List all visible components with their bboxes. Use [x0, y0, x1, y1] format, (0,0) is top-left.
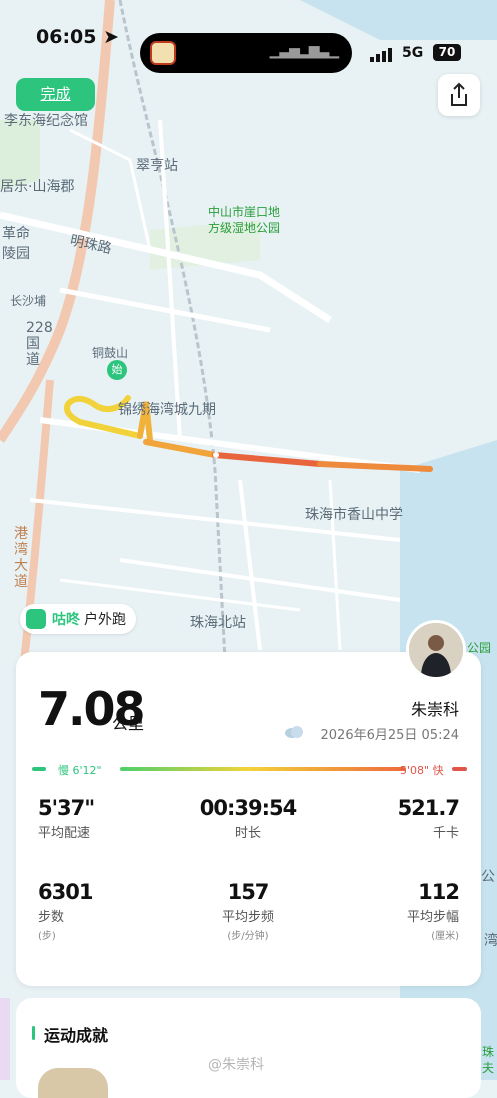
- distance-unit: 公里: [112, 714, 145, 733]
- map-label: 翠亨站: [136, 158, 178, 174]
- activity-date: 2026年6月25日 05:24: [320, 728, 460, 743]
- activity-type: 户外跑: [84, 612, 126, 628]
- map-label: 公: [481, 869, 495, 885]
- pace-fast-label: 5'08" 快: [400, 764, 444, 777]
- map-label: 珠 夫: [481, 1045, 494, 1075]
- done-button[interactable]: 完成: [16, 78, 95, 111]
- achievement-thumbnail[interactable]: [38, 1068, 108, 1098]
- audio-wave-icon: ▁▃▅▂▆▃▁: [269, 43, 339, 59]
- stat-avg-pace: 5'37" 平均配速: [38, 796, 95, 841]
- app-name: 咕咚: [52, 612, 80, 628]
- achievements-card: 运动成就: [16, 998, 481, 1098]
- map-label: 革命 陵园: [2, 226, 30, 262]
- map-label: 珠海市香山中学: [305, 507, 403, 523]
- location-arrow-icon: ➤: [103, 26, 120, 48]
- app-icon: [150, 41, 176, 65]
- start-marker: 始: [107, 360, 127, 380]
- map-label: 长沙埔: [10, 294, 47, 308]
- dynamic-island[interactable]: ▁▃▅▂▆▃▁: [140, 33, 352, 73]
- share-icon: [451, 82, 467, 106]
- achievements-title: 运动成就: [44, 1026, 109, 1045]
- avatar[interactable]: [406, 620, 466, 680]
- map-label: 港湾大道: [14, 526, 28, 590]
- gudong-logo-icon: [26, 609, 46, 629]
- app-badge: 咕咚 户外跑: [20, 604, 136, 634]
- map-label: 铜鼓山: [92, 346, 129, 360]
- section-marker: [32, 1026, 35, 1040]
- network-type: 5G: [402, 45, 424, 61]
- map-label: 锦绣海湾城九期: [118, 402, 216, 418]
- stat-steps: 6301 步数 (步): [38, 880, 93, 942]
- map-label: 珠海北站: [190, 615, 246, 631]
- background-edge: [0, 998, 10, 1080]
- avatar-photo: [409, 623, 463, 677]
- status-bar: 06:05 ➤ ▁▃▅▂▆▃▁ 5G 70: [0, 18, 497, 73]
- map-label: 中山市崖口地 方级湿地公园: [208, 205, 281, 235]
- map-label: 居乐·山海郡: [0, 179, 75, 195]
- stat-duration: 00:39:54 时长: [199, 796, 297, 841]
- battery-icon: 70: [433, 44, 461, 61]
- signal-icon: [370, 48, 392, 62]
- stat-calories: 521.7 千卡: [397, 796, 460, 841]
- user-name: 朱崇科: [410, 700, 459, 719]
- map-label: 湾: [484, 933, 497, 949]
- stat-stride: 112 平均步幅 (厘米): [406, 880, 460, 942]
- share-button[interactable]: [438, 74, 480, 116]
- map-label: 228国道: [26, 320, 53, 368]
- cloud-icon: [285, 726, 303, 738]
- pace-slow-label: 慢 6'12": [58, 764, 102, 777]
- summary-card: 7.08 公里 朱崇科 2026年6月25日 05:24 慢 6'12" 5'0…: [16, 652, 481, 986]
- map-label: 李东海纪念馆: [4, 113, 88, 129]
- stat-cadence: 157 平均步频 (步/分钟): [221, 880, 274, 942]
- status-time: 06:05 ➤: [36, 26, 120, 48]
- watermark: @朱崇科: [208, 1057, 264, 1073]
